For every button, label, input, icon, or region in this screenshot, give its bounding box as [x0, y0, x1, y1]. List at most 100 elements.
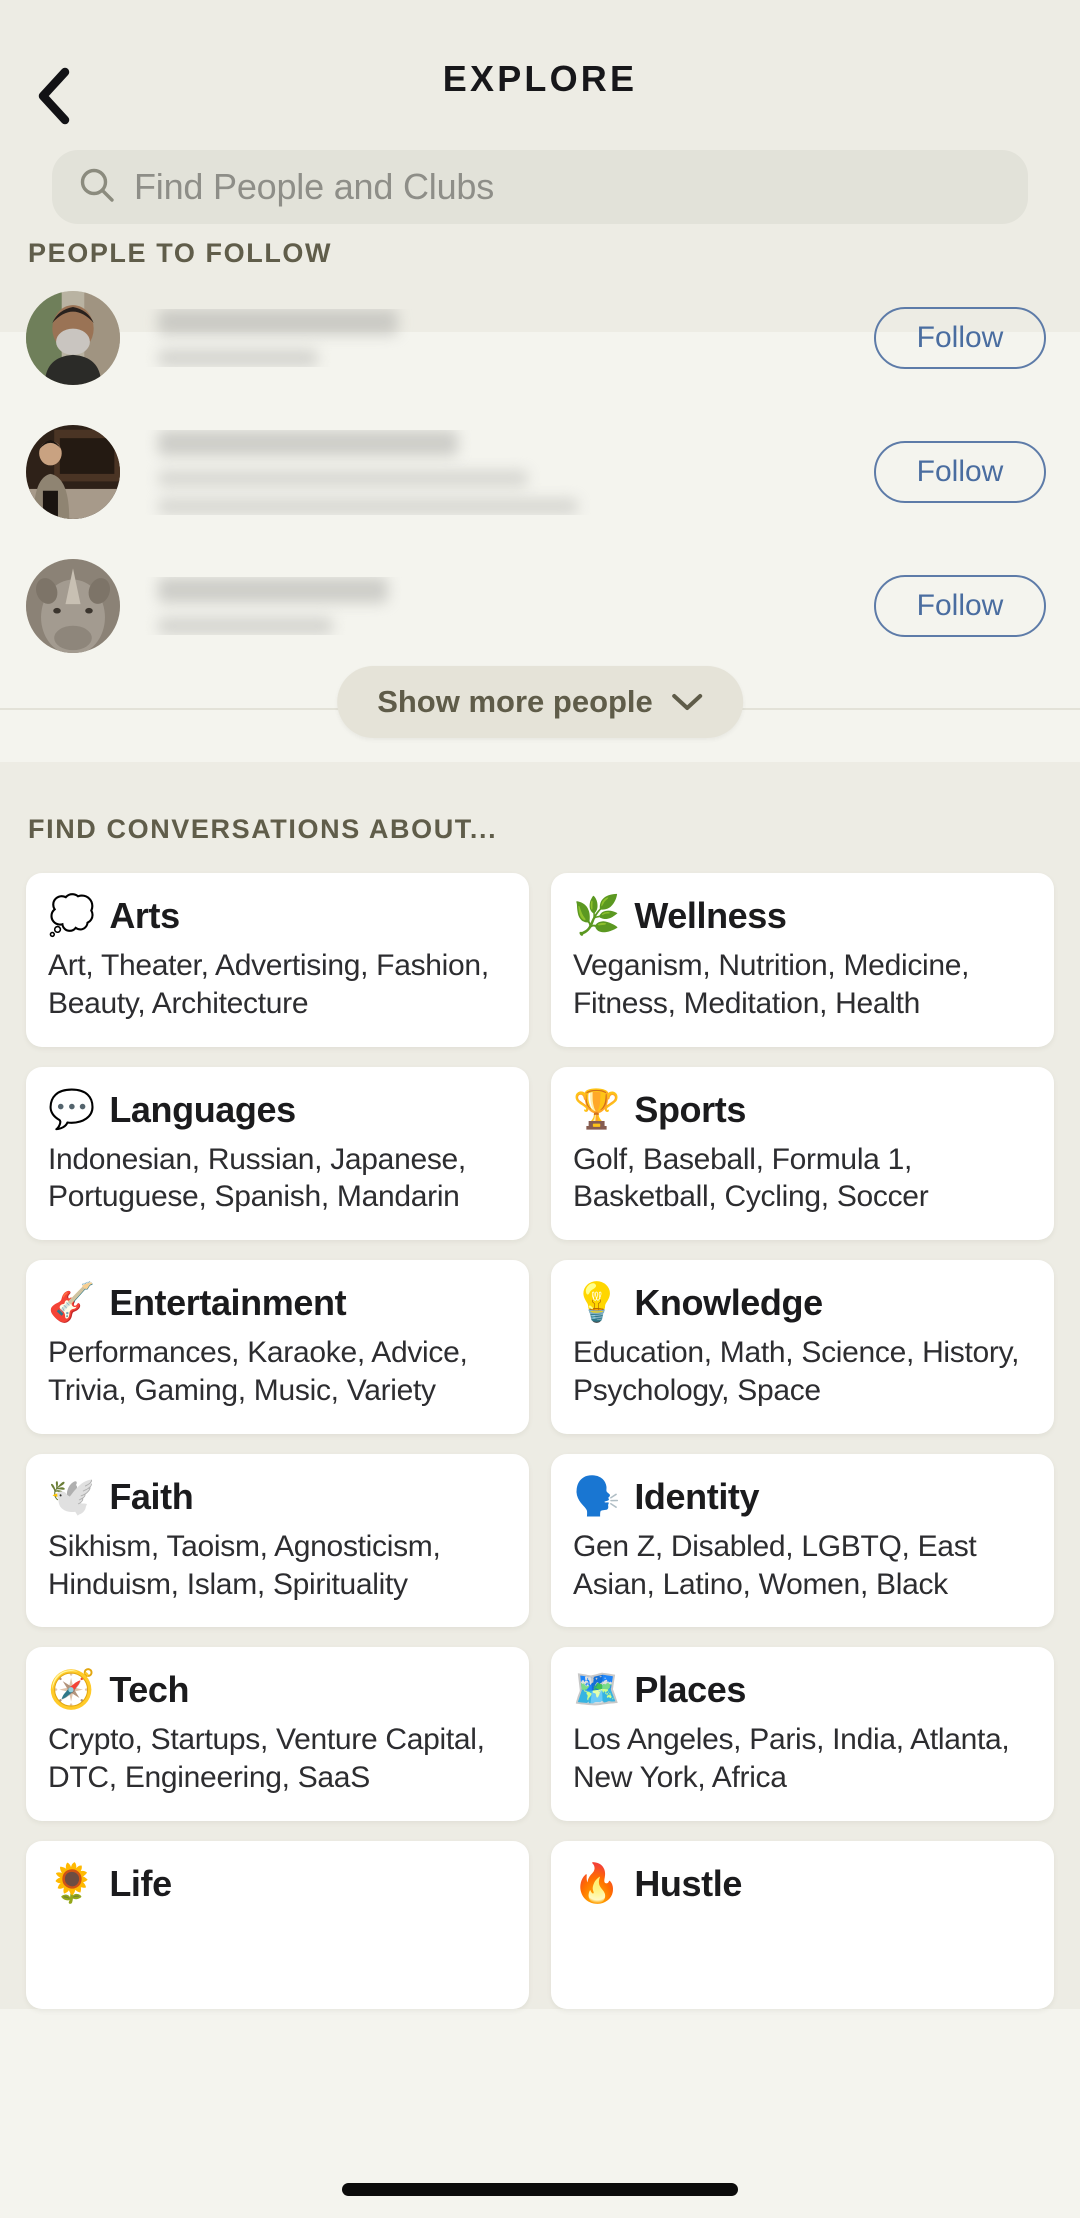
show-more-label: Show more people [377, 684, 653, 719]
category-header: 🔥 Hustle [573, 1863, 1032, 1905]
category-topics: Indonesian, Russian, Japanese, Portugues… [48, 1142, 466, 1214]
category-name: Life [109, 1862, 172, 1904]
category-header: 🌻 Life [48, 1863, 507, 1905]
category-topics: Crypto, Startups, Venture Capital, DTC, … [48, 1723, 485, 1795]
category-header: 🗣️ Identity [573, 1476, 1032, 1518]
category-card-wellness[interactable]: 🌿 Wellness Veganism, Nutrition, Medicine… [551, 873, 1054, 1047]
list-item[interactable]: Follow [0, 546, 1080, 666]
dove-icon: 🕊️ [48, 1475, 96, 1518]
compass-icon: 🧭 [48, 1669, 96, 1712]
category-name: Entertainment [109, 1282, 347, 1324]
sunflower-icon: 🌻 [48, 1862, 96, 1905]
category-card-hustle[interactable]: 🔥 Hustle [551, 1840, 1054, 2009]
category-name: Faith [109, 1475, 194, 1517]
category-card-arts[interactable]: 💭 Arts Art, Theater, Advertising, Fashio… [26, 873, 529, 1047]
category-name: Hustle [634, 1862, 742, 1904]
fire-icon: 🔥 [573, 1862, 621, 1905]
category-header: 🏆 Sports [573, 1089, 1032, 1131]
conversations-section-header: FIND CONVERSATIONS ABOUT... [0, 814, 1080, 845]
person-handle [158, 349, 318, 367]
category-grid: 💭 Arts Art, Theater, Advertising, Fashio… [0, 873, 1080, 2009]
category-topics: Education, Math, Science, History, Psych… [573, 1336, 1020, 1407]
back-button[interactable] [26, 64, 80, 128]
light-bulb-icon: 💡 [573, 1282, 621, 1325]
follow-button[interactable]: Follow [874, 441, 1046, 503]
person-bio-line-2 [158, 497, 578, 515]
category-name: Arts [109, 895, 180, 936]
category-header: 🧭 Tech [48, 1669, 507, 1711]
category-header: 🎸 Entertainment [48, 1282, 507, 1324]
chevron-down-icon [671, 684, 703, 720]
category-name: Identity [634, 1475, 760, 1517]
conversations-section-title: FIND CONVERSATIONS ABOUT... [28, 814, 498, 844]
category-card-identity[interactable]: 🗣️ Identity Gen Z, Disabled, LGBTQ, East… [551, 1453, 1054, 1628]
category-header: 🕊️ Faith [48, 1476, 507, 1518]
search-container: Find People and Clubs [0, 150, 1080, 224]
home-indicator [342, 2183, 738, 2196]
avatar[interactable] [26, 291, 120, 385]
category-topics: Art, Theater, Advertising, Fashion, Beau… [48, 949, 489, 1020]
category-card-entertainment[interactable]: 🎸 Entertainment Performances, Karaoke, A… [26, 1260, 529, 1434]
search-input[interactable]: Find People and Clubs [52, 150, 1028, 224]
world-map-icon: 🗺️ [573, 1669, 621, 1712]
people-to-follow-list: Follow Follow Follow [0, 272, 1080, 666]
page-title: EXPLORE [442, 58, 638, 99]
person-name [158, 429, 458, 456]
bearded-man-photo [26, 291, 120, 385]
speaking-head-icon: 🗣️ [573, 1475, 621, 1518]
list-item[interactable]: Follow [0, 398, 1080, 546]
category-name: Wellness [634, 895, 787, 936]
follow-button[interactable]: Follow [874, 307, 1046, 369]
trophy-icon: 🏆 [573, 1088, 621, 1131]
category-header: 💬 Languages [48, 1089, 507, 1131]
category-topics: Performances, Karaoke, Advice, Trivia, G… [48, 1336, 468, 1407]
category-topics: Sikhism, Taoism, Agnosticism, Hinduism, … [48, 1529, 441, 1601]
follow-button[interactable]: Follow [874, 575, 1046, 637]
show-more-zone: Show more people [0, 666, 1080, 762]
chevron-left-icon [33, 67, 73, 125]
guitar-icon: 🎸 [48, 1282, 96, 1325]
category-header: 💭 Arts [48, 895, 507, 937]
category-card-life[interactable]: 🌻 Life [26, 1840, 529, 2009]
find-conversations-section: FIND CONVERSATIONS ABOUT... 💭 Arts Art, … [0, 762, 1080, 2009]
speech-balloon-icon: 💬 [48, 1088, 96, 1131]
rhinoceros-photo [26, 559, 120, 653]
category-header: 💡 Knowledge [573, 1282, 1032, 1324]
category-topics: Gen Z, Disabled, LGBTQ, East Asian, Lati… [573, 1529, 977, 1601]
category-card-places[interactable]: 🗺️ Places Los Angeles, Paris, India, Atl… [551, 1647, 1054, 1821]
person-name [158, 577, 388, 603]
explore-header: EXPLORE Find People and Clubs PEOPLE TO … [0, 0, 1080, 332]
person-in-cafe-photo [26, 425, 120, 519]
person-bio-line-1 [158, 469, 528, 487]
person-name [158, 309, 398, 335]
category-header: 🗺️ Places [573, 1669, 1032, 1711]
avatar[interactable] [26, 559, 120, 653]
people-section-title: PEOPLE TO FOLLOW [28, 238, 333, 268]
category-name: Places [634, 1669, 747, 1711]
category-name: Sports [634, 1088, 746, 1130]
category-card-knowledge[interactable]: 💡 Knowledge Education, Math, Science, Hi… [551, 1260, 1054, 1434]
category-topics: Veganism, Nutrition, Medicine, Fitness, … [573, 949, 970, 1020]
avatar[interactable] [26, 425, 120, 519]
category-card-faith[interactable]: 🕊️ Faith Sikhism, Taoism, Agnosticism, H… [26, 1453, 529, 1628]
thought-balloon-icon: 💭 [48, 895, 96, 937]
category-card-languages[interactable]: 💬 Languages Indonesian, Russian, Japanes… [26, 1066, 529, 1241]
search-placeholder-text: Find People and Clubs [134, 166, 495, 207]
category-topics: Golf, Baseball, Formula 1, Basketball, C… [573, 1142, 929, 1214]
person-details [120, 577, 874, 635]
person-handle [158, 617, 333, 635]
category-name: Knowledge [634, 1282, 823, 1324]
category-header: 🌿 Wellness [573, 895, 1032, 937]
category-name: Tech [109, 1669, 190, 1711]
category-card-tech[interactable]: 🧭 Tech Crypto, Startups, Venture Capital… [26, 1647, 529, 1821]
nav-bar: EXPLORE [0, 0, 1080, 150]
search-icon [78, 166, 116, 209]
herb-icon: 🌿 [573, 895, 621, 937]
person-details [120, 309, 874, 367]
category-card-sports[interactable]: 🏆 Sports Golf, Baseball, Formula 1, Bask… [551, 1066, 1054, 1241]
category-topics: Los Angeles, Paris, India, Atlanta, New … [573, 1723, 1010, 1795]
list-item[interactable]: Follow [0, 278, 1080, 398]
person-details [120, 429, 874, 515]
category-name: Languages [109, 1088, 296, 1130]
show-more-people-button[interactable]: Show more people [337, 666, 743, 738]
